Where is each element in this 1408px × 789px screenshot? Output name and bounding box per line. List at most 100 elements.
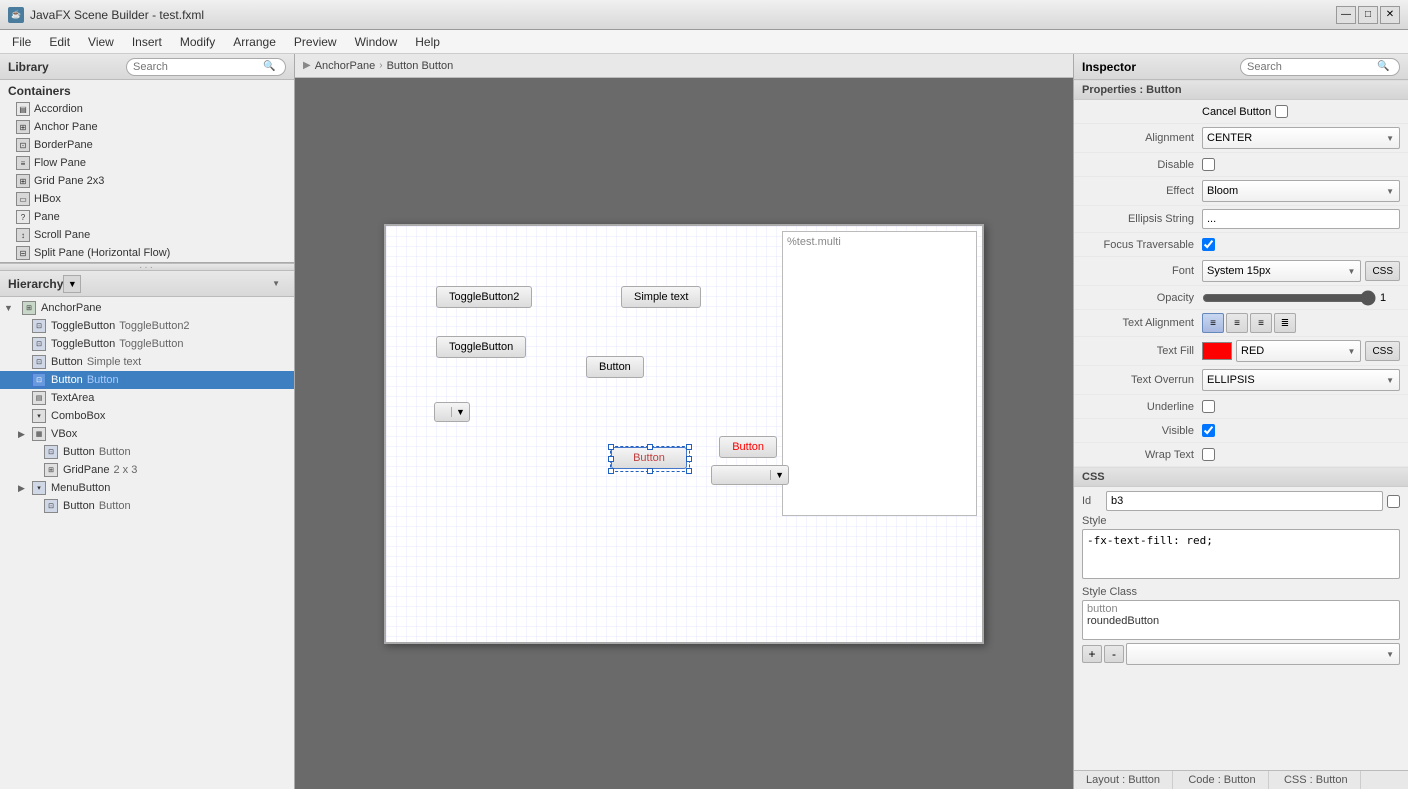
tree-combobox[interactable]: ▾ ComboBox (0, 407, 294, 425)
canvas-button-red[interactable]: Button (719, 436, 777, 458)
togglebutton-btn[interactable]: ToggleButton (436, 336, 526, 358)
text-fill-select[interactable]: RED (1236, 340, 1361, 362)
menu-file[interactable]: File (4, 33, 39, 51)
tab-code[interactable]: Code : Button (1176, 771, 1268, 789)
simpletext-btn[interactable]: Simple text (621, 286, 701, 308)
canvas-selected-button-container[interactable]: Button (610, 446, 690, 472)
tree-anchorpane[interactable]: ⊞ AnchorPane (0, 299, 294, 317)
font-select-wrapper[interactable]: System 15px (1202, 260, 1361, 282)
text-fill-css-button[interactable]: CSS (1365, 341, 1400, 361)
handle-bl[interactable] (608, 468, 614, 474)
handle-mr[interactable] (686, 456, 692, 462)
tree-togglebutton2[interactable]: ⊡ ToggleButton ToggleButton2 (0, 317, 294, 335)
handle-tl[interactable] (608, 444, 614, 450)
align-justify-button[interactable]: ≣ (1274, 313, 1296, 333)
lib-item-anchorpane[interactable]: ⊞ Anchor Pane (0, 118, 294, 136)
inspector-search-input[interactable] (1247, 61, 1377, 73)
canvas-menubutton2-btn[interactable]: ▼ (711, 465, 789, 485)
tree-button-simpletext[interactable]: ⊡ Button Simple text (0, 353, 294, 371)
align-left-button[interactable]: ≡ (1202, 313, 1224, 333)
disable-checkbox[interactable] (1202, 158, 1215, 171)
align-right-button[interactable]: ≡ (1250, 313, 1272, 333)
text-overrun-select-wrapper[interactable]: ELLIPSIS (1202, 369, 1400, 391)
effect-select[interactable]: Bloom (1202, 180, 1400, 202)
effect-select-wrapper[interactable]: Bloom (1202, 180, 1400, 202)
cancel-button-checkbox[interactable] (1275, 105, 1288, 118)
style-class-remove-button[interactable]: - (1104, 645, 1124, 663)
style-textarea[interactable]: -fx-text-fill: red; (1082, 529, 1400, 579)
lib-item-pane[interactable]: ? Pane (0, 208, 294, 226)
menu-help[interactable]: Help (407, 33, 448, 51)
style-class-select-wrapper[interactable] (1126, 643, 1400, 665)
lib-item-flowpane[interactable]: ≡ Flow Pane (0, 154, 294, 172)
menu-modify[interactable]: Modify (172, 33, 223, 51)
menu-preview[interactable]: Preview (286, 33, 345, 51)
handle-bc[interactable] (647, 468, 653, 474)
css-id-input[interactable] (1106, 491, 1383, 511)
canvas-togglebutton[interactable]: ToggleButton (436, 336, 526, 358)
handle-ml[interactable] (608, 456, 614, 462)
maximize-button[interactable]: □ (1358, 6, 1378, 24)
button-red-btn[interactable]: Button (719, 436, 777, 458)
lib-item-accordion[interactable]: ▤ Accordion (0, 100, 294, 118)
css-id-checkbox[interactable] (1387, 495, 1400, 508)
tree-vbox[interactable]: ▦ VBox (0, 425, 294, 443)
tree-menubutton[interactable]: ▾ MenuButton (0, 479, 294, 497)
library-search-box[interactable]: 🔍 (126, 58, 286, 76)
canvas-button-mid[interactable]: Button (586, 356, 644, 378)
tree-togglebutton[interactable]: ⊡ ToggleButton ToggleButton (0, 335, 294, 353)
breadcrumb-button[interactable]: Button Button (387, 60, 454, 72)
inspector-search-box[interactable]: 🔍 (1240, 58, 1400, 76)
button-mid-btn[interactable]: Button (586, 356, 644, 378)
menu-window[interactable]: Window (347, 33, 406, 51)
handle-tr[interactable] (686, 444, 692, 450)
alignment-select-wrapper[interactable]: CENTER (1202, 127, 1400, 149)
font-select[interactable]: System 15px (1202, 260, 1361, 282)
tree-vbox-button[interactable]: ⊡ Button Button (0, 443, 294, 461)
window-controls[interactable]: — □ ✕ (1336, 6, 1400, 24)
handle-tc[interactable] (647, 444, 653, 450)
canvas-menubutton2[interactable]: ▼ (711, 464, 789, 485)
tree-textarea[interactable]: ▤ TextArea (0, 389, 294, 407)
alignment-select[interactable]: CENTER (1202, 127, 1400, 149)
togglebutton2-btn[interactable]: ToggleButton2 (436, 286, 532, 308)
minimize-button[interactable]: — (1336, 6, 1356, 24)
wrap-text-checkbox[interactable] (1202, 448, 1215, 461)
lib-item-gridpane[interactable]: ⊞ Grid Pane 2x3 (0, 172, 294, 190)
opacity-slider[interactable] (1202, 291, 1376, 305)
canvas-togglebutton2[interactable]: ToggleButton2 (436, 286, 532, 308)
tree-button-button[interactable]: ⊡ Button Button (0, 371, 294, 389)
panel-divider[interactable] (0, 263, 294, 271)
lib-item-scrollpane[interactable]: ↕ Scroll Pane (0, 226, 294, 244)
handle-br[interactable] (686, 468, 692, 474)
menu-view[interactable]: View (80, 33, 122, 51)
tree-menubutton-child[interactable]: ⊡ Button Button (0, 497, 294, 515)
menu-insert[interactable]: Insert (124, 33, 170, 51)
text-fill-swatch[interactable] (1202, 342, 1232, 360)
breadcrumb-anchorpane[interactable]: AnchorPane (315, 60, 376, 72)
canvas-menubutton[interactable]: ▼ (434, 401, 470, 422)
selected-btn[interactable]: Button (611, 447, 687, 469)
lib-item-hbox[interactable]: ▭ HBox (0, 190, 294, 208)
focus-traversable-checkbox[interactable] (1202, 238, 1215, 251)
underline-checkbox[interactable] (1202, 400, 1215, 413)
menu-arrange[interactable]: Arrange (225, 33, 284, 51)
canvas-simpletext[interactable]: Simple text (621, 286, 701, 308)
close-button[interactable]: ✕ (1380, 6, 1400, 24)
library-search-input[interactable] (133, 61, 263, 73)
text-fill-select-wrapper[interactable]: RED (1236, 340, 1361, 362)
tree-gridpane[interactable]: ⊞ GridPane 2 x 3 (0, 461, 294, 479)
font-css-button[interactable]: CSS (1365, 261, 1400, 281)
text-overrun-select[interactable]: ELLIPSIS (1202, 369, 1400, 391)
tab-css[interactable]: CSS : Button (1272, 771, 1361, 789)
hierarchy-menu-btn[interactable]: ▼ (63, 275, 81, 293)
align-center-button[interactable]: ≡ (1226, 313, 1248, 333)
ellipsis-input[interactable] (1202, 209, 1400, 229)
visible-checkbox[interactable] (1202, 424, 1215, 437)
canvas-menubutton-btn[interactable]: ▼ (434, 402, 470, 422)
lib-item-splitpane-h[interactable]: ⊟ Split Pane (Horizontal Flow) (0, 244, 294, 262)
style-class-select[interactable] (1126, 643, 1400, 665)
lib-item-borderpane[interactable]: ⊡ BorderPane (0, 136, 294, 154)
style-class-add-button[interactable]: + (1082, 645, 1102, 663)
tab-layout[interactable]: Layout : Button (1074, 771, 1173, 789)
